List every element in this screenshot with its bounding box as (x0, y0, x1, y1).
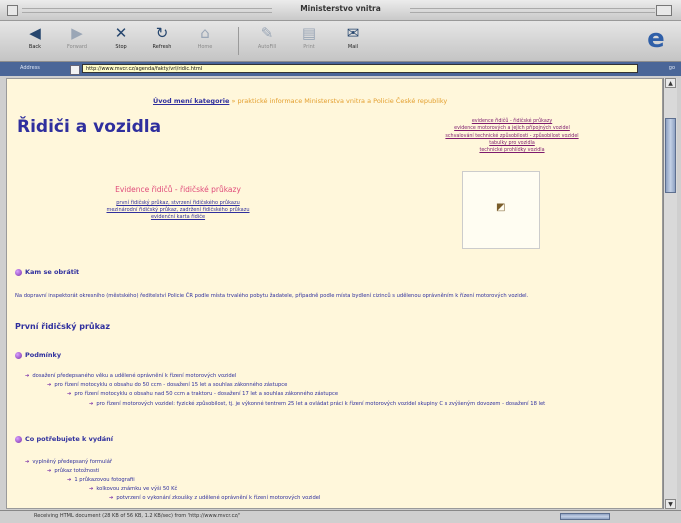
list-item: ➔ pro řízení motocyklu o obsahu do 50 ccm… (47, 382, 287, 388)
title-bar[interactable]: Ministerstvo vnitra (0, 0, 681, 21)
refresh-button[interactable]: ↻ Refresh (145, 24, 179, 58)
list-item: ➔ 1 průkazovou fotografii (67, 477, 135, 483)
list-item-text: průkaz totožnosti (54, 468, 100, 474)
ie-logo-icon: e (647, 24, 665, 54)
home-icon: ⌂ (200, 24, 210, 42)
status-bar: Receiving HTML document (28 KB of 56 KB,… (0, 510, 681, 523)
breadcrumb-home-link[interactable]: Úvod mení kategorie (153, 97, 229, 105)
toolbar: ◀ Back ▶ Forward ✕ Stop ↻ Refresh ⌂ Home… (0, 21, 681, 62)
evidence-link[interactable]: evidenční karta řidiče (73, 214, 283, 221)
refresh-icon: ↻ (155, 24, 169, 42)
back-button[interactable]: ◀ Back (18, 24, 52, 58)
arrow-bullet-icon: ➔ (67, 391, 72, 397)
mail-icon: ✉ (346, 24, 360, 42)
right-link[interactable]: evidence motorových a jejich přípojných … (387, 125, 637, 132)
section-kam: Kam se obrátit (15, 268, 79, 276)
bullet-icon (15, 351, 22, 359)
section-co-label: Co potřebujete k vydání (25, 435, 113, 443)
right-link[interactable]: evidence řidičů - řidičské průkazy (387, 118, 637, 125)
list-item: ➔ kolkovou známku ve výši 50 Kč (89, 486, 177, 492)
url-field[interactable]: http://www.mvcr.cz/agenda/fakty/vrl/ridi… (82, 64, 638, 73)
section-podminky: Podmínky (15, 351, 61, 359)
section-kam-label: Kam se obrátit (25, 268, 80, 276)
mail-button[interactable]: ✉ Mail (336, 24, 370, 58)
forward-button[interactable]: ▶ Forward (60, 24, 94, 58)
right-link[interactable]: schvalování technické způsobilosti - způ… (387, 133, 637, 140)
scroll-down-arrow[interactable]: ▼ (665, 499, 676, 509)
scroll-thumb[interactable] (665, 118, 676, 193)
title-stripes-right (410, 8, 655, 13)
broken-image-icon: ◩ (496, 202, 506, 213)
print-label: Print (303, 44, 315, 50)
bullet-icon (15, 435, 22, 443)
back-arrow-icon: ◀ (29, 24, 41, 42)
list-item-text: pro řízení motocyklu o obsahu nad 50 ccm… (74, 391, 339, 397)
scroll-up-arrow[interactable]: ▲ (665, 78, 676, 88)
list-item: ➔ dosažení předepsaného věku a udělené op… (25, 373, 236, 379)
list-item-text: pro řízení motocyklu o obsahu do 50 ccm … (54, 382, 288, 388)
page-icon[interactable] (70, 65, 80, 75)
right-link[interactable]: technické prohlídky vozidla (387, 147, 637, 154)
section-podminky-label: Podmínky (25, 351, 62, 359)
address-label: Address (20, 65, 40, 71)
home-button[interactable]: ⌂ Home (188, 24, 222, 58)
evidence-heading: Evidence řidičů - řidičské průkazy (115, 185, 241, 194)
back-label: Back (28, 44, 42, 50)
page-content: Úvod mení kategorie » praktické informac… (6, 78, 663, 509)
toolbar-separator (238, 27, 239, 55)
forward-label: Forward (66, 44, 88, 50)
status-text: Receiving HTML document (28 KB of 56 KB,… (34, 513, 241, 519)
list-item-text: potvrzení o vykonání zkoušky z udělené o… (116, 495, 321, 501)
kam-paragraph: Na dopravní inspektorát okresního (městs… (15, 293, 529, 299)
arrow-bullet-icon: ➔ (109, 495, 114, 501)
arrow-bullet-icon: ➔ (47, 382, 52, 388)
stop-label: Stop (115, 44, 127, 50)
arrow-bullet-icon: ➔ (25, 373, 30, 379)
mail-label: Mail (347, 44, 359, 50)
stop-button[interactable]: ✕ Stop (104, 24, 138, 58)
right-link[interactable]: tabulky pro vozidla (387, 140, 637, 147)
section-heading: První řidičský průkaz (15, 322, 110, 331)
autofill-button[interactable]: ✎ AutoFill (250, 24, 284, 58)
image-placeholder: ◩ (462, 171, 540, 249)
evidence-links: první řidičský průkaz, stvrzení řidičské… (73, 200, 283, 221)
forward-arrow-icon: ▶ (71, 24, 83, 42)
print-button[interactable]: ▤ Print (292, 24, 326, 58)
go-button[interactable]: go (669, 65, 675, 71)
refresh-label: Refresh (152, 44, 172, 50)
address-bar: Address http://www.mvcr.cz/agenda/fakty/… (0, 62, 681, 76)
arrow-bullet-icon: ➔ (47, 468, 52, 474)
list-item-text: kolkovou známku ve výši 50 Kč (96, 486, 178, 492)
section-co: Co potřebujete k vydání (15, 435, 113, 443)
browser-window: Ministerstvo vnitra ◀ Back ▶ Forward ✕ S… (0, 0, 681, 523)
breadcrumb-text: » praktické informace Ministerstva vnitr… (229, 97, 448, 105)
arrow-bullet-icon: ➔ (25, 459, 30, 465)
arrow-bullet-icon: ➔ (67, 477, 72, 483)
vertical-scrollbar[interactable]: ▲ ▼ (663, 78, 677, 509)
print-icon: ▤ (301, 24, 317, 42)
list-item: ➔ pro řízení motocyklu o obsahu nad 50 cc… (67, 391, 338, 397)
autofill-icon: ✎ (260, 24, 274, 42)
list-item: ➔ vyplněný předepsaný formulář (25, 459, 112, 465)
list-item: ➔ průkaz totožnosti (47, 468, 99, 474)
list-item-text: 1 průkazovou fotografii (74, 477, 135, 483)
right-links: evidence řidičů - řidičské průkazy evide… (387, 118, 637, 154)
list-item: ➔ potvrzení o vykonání zkoušky z udělené … (109, 495, 320, 501)
arrow-bullet-icon: ➔ (89, 486, 94, 492)
stop-icon: ✕ (114, 24, 128, 42)
evidence-link[interactable]: první řidičský průkaz, stvrzení řidičské… (73, 200, 283, 207)
list-item-text: dosažení předepsaného věku a udělené opr… (32, 373, 237, 379)
bullet-icon (15, 268, 22, 276)
zoom-box[interactable] (656, 5, 672, 16)
horizontal-scroll-thumb[interactable] (560, 513, 610, 520)
autofill-label: AutoFill (257, 44, 277, 50)
list-item-text: vyplněný předepsaný formulář (32, 459, 113, 465)
list-item-text: pro řízení motorových vozidel: fyzické z… (96, 401, 546, 407)
page-title: Řidiči a vozidla (17, 117, 162, 137)
arrow-bullet-icon: ➔ (89, 401, 94, 407)
evidence-link[interactable]: mezinárodní řidičský průkaz, zadržení ři… (73, 207, 283, 214)
list-item: ➔ pro řízení motorových vozidel: fyzické … (89, 401, 649, 408)
home-label: Home (197, 44, 213, 50)
breadcrumb: Úvod mení kategorie » praktické informac… (153, 97, 447, 105)
